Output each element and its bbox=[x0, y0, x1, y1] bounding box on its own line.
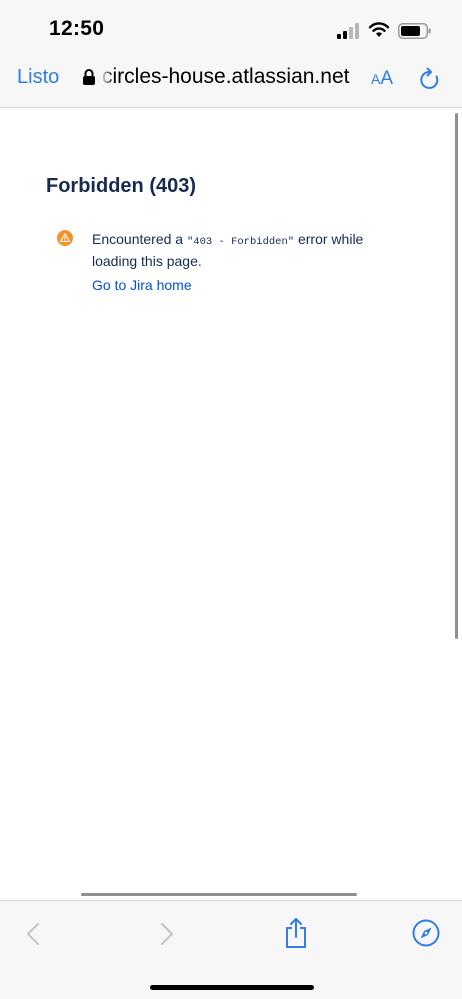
go-to-jira-home-link[interactable]: Go to Jira home bbox=[92, 277, 192, 293]
vertical-scrollbar[interactable] bbox=[455, 113, 458, 639]
browser-toolbar bbox=[0, 900, 462, 999]
warning-icon bbox=[57, 230, 73, 246]
page-title: Forbidden (403) bbox=[46, 175, 197, 197]
compass-icon[interactable] bbox=[412, 919, 440, 947]
page-content bbox=[0, 109, 462, 899]
home-indicator bbox=[150, 985, 314, 990]
wifi-icon bbox=[368, 22, 390, 37]
url-fade bbox=[100, 63, 114, 91]
done-button[interactable]: Listo bbox=[17, 66, 59, 89]
text-size-button[interactable]: AA bbox=[371, 68, 393, 90]
text-size-large-glyph: A bbox=[380, 68, 394, 89]
text-size-small-glyph: A bbox=[371, 71, 381, 87]
back-chevron-icon[interactable] bbox=[25, 922, 43, 946]
error-message-prefix: Encountered a bbox=[92, 231, 187, 247]
error-message: Encountered a "403 - Forbidden" error wh… bbox=[92, 230, 412, 271]
battery-icon bbox=[398, 23, 431, 39]
error-code: "403 - Forbidden" bbox=[186, 236, 295, 248]
url-field[interactable]: circles-house.atlassian.net bbox=[102, 65, 354, 89]
share-icon[interactable] bbox=[283, 917, 309, 949]
lock-icon bbox=[83, 69, 95, 85]
status-time: 12:50 bbox=[49, 17, 105, 40]
cellular-signal-icon bbox=[337, 23, 359, 39]
forward-chevron-icon[interactable] bbox=[157, 922, 175, 946]
horizontal-scrollbar[interactable] bbox=[81, 893, 357, 896]
reload-icon[interactable] bbox=[419, 67, 441, 91]
browser-address-bar: Listo circles-house.atlassian.net AA bbox=[0, 58, 462, 108]
status-bar: 12:50 bbox=[0, 0, 462, 58]
